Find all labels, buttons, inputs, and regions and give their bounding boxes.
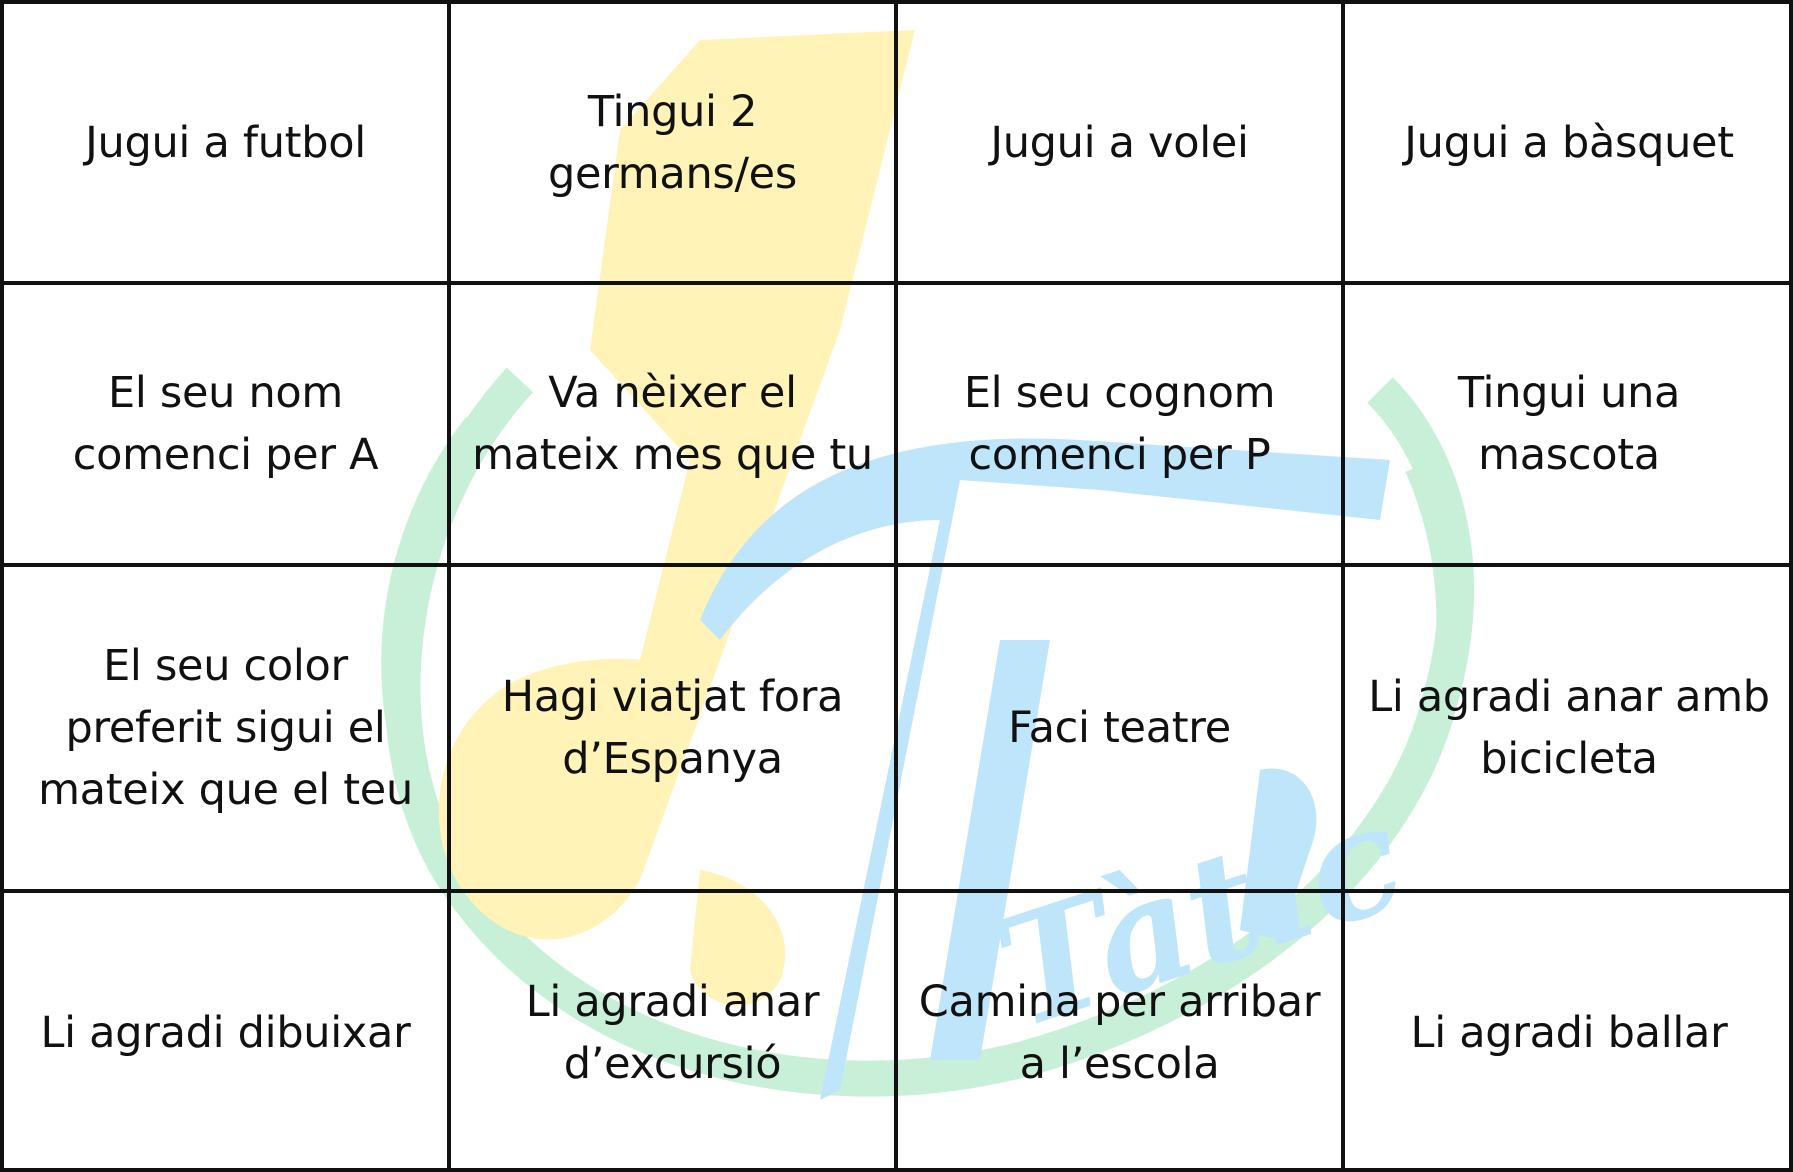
grid-cell: Camina per arribar a l’escola	[898, 893, 1345, 1172]
cell-text: Va nèixer el mateix mes que tu	[472, 368, 873, 480]
grid-cell: Li agradi dibuixar	[4, 893, 451, 1172]
grid-cell: El seu color preferit sigui el mateix qu…	[4, 567, 451, 893]
cell-text: El seu cognom comenci per P	[963, 368, 1276, 480]
grid-cell: Jugui a bàsquet	[1345, 4, 1793, 285]
cell-text: Jugui a bàsquet	[1404, 117, 1734, 168]
grid-cell: Li agradi anar d’excursió	[451, 893, 898, 1172]
bingo-grid: Jugui a futbol Tingui 2 germans/es Jugui…	[0, 0, 1793, 1172]
cell-text: El seu nom comenci per A	[72, 368, 379, 480]
cell-text: Hagi viatjat fora d’Espanya	[501, 672, 844, 784]
cell-text: Jugui a futbol	[85, 117, 366, 168]
cell-text: Li agradi anar amb bicicleta	[1368, 672, 1770, 784]
grid-cell: Jugui a volei	[898, 4, 1345, 285]
cell-text: Tingui 2 germans/es	[548, 86, 797, 199]
grid-cell: El seu nom comenci per A	[4, 285, 451, 567]
grid-cell: Tingui 2 germans/es	[451, 4, 898, 285]
grid-cell: Li agradi ballar	[1345, 893, 1793, 1172]
cell-text: Li agradi anar d’excursió	[525, 976, 820, 1089]
cell-text: Li agradi dibuixar	[40, 1007, 411, 1058]
grid-cell: Hagi viatjat fora d’Espanya	[451, 567, 898, 893]
cell-text: El seu color preferit sigui el mateix qu…	[38, 641, 413, 815]
grid-cell: Jugui a futbol	[4, 4, 451, 285]
cell-text: Tingui una mascota	[1457, 368, 1681, 480]
grid-cell: Faci teatre	[898, 567, 1345, 893]
cell-text: Faci teatre	[1008, 703, 1231, 753]
grid-cell: El seu cognom comenci per P	[898, 285, 1345, 567]
cell-text: Li agradi ballar	[1410, 1007, 1728, 1058]
cell-text: Jugui a volei	[990, 117, 1249, 168]
grid-cell: Tingui una mascota	[1345, 285, 1793, 567]
cell-text: Camina per arribar a l’escola	[918, 976, 1321, 1089]
grid-cell: Li agradi anar amb bicicleta	[1345, 567, 1793, 893]
grid-cell: Va nèixer el mateix mes que tu	[451, 285, 898, 567]
